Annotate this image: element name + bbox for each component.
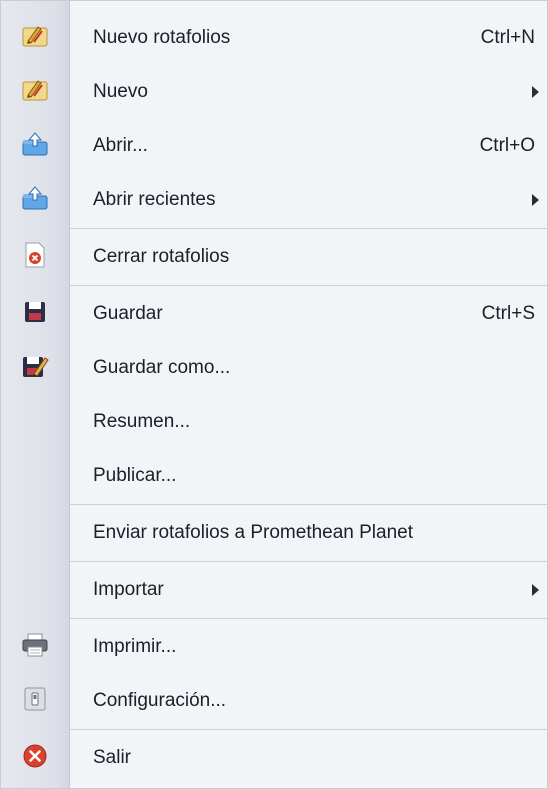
shortcut-label: Ctrl+O	[479, 135, 535, 156]
menu-items: Nuevo rotafolios Ctrl+N Nuevo Abrir... C…	[1, 11, 547, 785]
folder-open-icon	[20, 130, 50, 163]
menu-item-label: Publicar...	[93, 465, 177, 486]
menu-item-summary[interactable]: Resumen...	[1, 395, 547, 449]
menu-item-print[interactable]: Imprimir...	[1, 620, 547, 674]
menu-item-label: Imprimir...	[93, 636, 177, 657]
menu-item-label: Guardar como...	[93, 357, 231, 378]
shortcut-label: Ctrl+S	[481, 303, 535, 324]
file-menu: Nuevo rotafolios Ctrl+N Nuevo Abrir... C…	[0, 0, 548, 789]
menu-item-close-flipchart[interactable]: Cerrar rotafolios	[1, 230, 547, 284]
exit-icon	[21, 742, 49, 775]
flipchart-new-icon	[20, 22, 50, 55]
printer-icon	[20, 631, 50, 664]
menu-item-new-flipchart[interactable]: Nuevo rotafolios Ctrl+N	[1, 11, 547, 65]
menu-item-label: Enviar rotafolios a Promethean Planet	[93, 522, 414, 543]
menu-item-label: Nuevo rotafolios	[93, 27, 231, 48]
flipchart-new-icon	[20, 76, 50, 109]
menu-item-open-recent[interactable]: Abrir recientes	[1, 173, 547, 227]
menu-item-send-to-promethean-planet[interactable]: Enviar rotafolios a Promethean Planet	[1, 506, 547, 560]
menu-item-label: Importar	[93, 579, 164, 600]
submenu-arrow-icon	[532, 194, 539, 206]
folder-open-icon	[20, 184, 50, 217]
menu-item-new[interactable]: Nuevo	[1, 65, 547, 119]
menu-item-settings[interactable]: Configuración...	[1, 674, 547, 728]
menu-item-label: Abrir recientes	[93, 189, 216, 210]
close-document-icon	[22, 241, 48, 274]
settings-icon	[21, 685, 49, 718]
menu-item-label: Guardar	[93, 303, 163, 324]
menu-item-label: Salir	[93, 747, 132, 768]
menu-item-label: Nuevo	[93, 81, 148, 102]
menu-item-save[interactable]: Guardar Ctrl+S	[1, 287, 547, 341]
menu-item-publish[interactable]: Publicar...	[1, 449, 547, 503]
submenu-arrow-icon	[532, 86, 539, 98]
menu-item-label: Resumen...	[93, 411, 191, 432]
menu-item-save-as[interactable]: Guardar como...	[1, 341, 547, 395]
save-as-icon	[20, 352, 50, 385]
menu-item-exit[interactable]: Salir	[1, 731, 547, 785]
shortcut-label: Ctrl+N	[480, 27, 535, 48]
save-icon	[21, 298, 49, 331]
submenu-arrow-icon	[532, 584, 539, 596]
menu-item-label: Cerrar rotafolios	[93, 246, 230, 267]
menu-item-import[interactable]: Importar	[1, 563, 547, 617]
menu-item-label: Configuración...	[93, 690, 227, 711]
menu-item-open[interactable]: Abrir... Ctrl+O	[1, 119, 547, 173]
